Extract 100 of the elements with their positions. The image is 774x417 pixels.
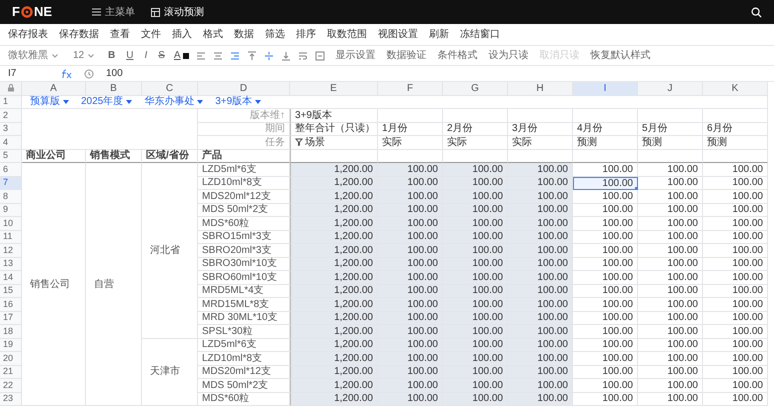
number-cell[interactable]: 100.00: [443, 338, 508, 352]
number-cell[interactable]: 100.00: [378, 271, 443, 284]
number-cell[interactable]: 100.00: [703, 379, 768, 392]
toolbar-button[interactable]: 设为只读: [488, 48, 529, 63]
number-cell[interactable]: 100.00: [378, 230, 443, 244]
number-cell[interactable]: 1,200.00: [290, 244, 378, 258]
number-cell[interactable]: 100.00: [703, 163, 768, 176]
number-cell[interactable]: 100.00: [703, 230, 768, 244]
column-header[interactable]: I: [573, 82, 638, 96]
number-cell[interactable]: 100.00: [443, 366, 508, 379]
align-right-icon[interactable]: [230, 50, 240, 60]
number-cell[interactable]: 100.00: [508, 392, 573, 406]
column-header[interactable]: C: [142, 82, 198, 96]
number-cell[interactable]: 100.00: [508, 298, 573, 312]
font-color-button[interactable]: A: [174, 48, 189, 63]
number-cell[interactable]: 100.00: [573, 217, 638, 230]
number-cell[interactable]: 100.00: [443, 284, 508, 298]
number-cell[interactable]: 100.00: [378, 392, 443, 406]
number-cell[interactable]: 100.00: [703, 258, 768, 271]
number-cell[interactable]: 100.00: [703, 176, 768, 190]
number-cell[interactable]: 100.00: [573, 392, 638, 406]
row-number[interactable]: 12: [0, 244, 22, 258]
number-cell[interactable]: 100.00: [508, 230, 573, 244]
format-button[interactable]: U: [124, 48, 136, 63]
number-cell[interactable]: 100.00: [573, 271, 638, 284]
valign-middle-icon[interactable]: [264, 50, 274, 60]
column-header[interactable]: G: [443, 82, 508, 96]
font-dropdown[interactable]: 微软雅黑: [8, 48, 66, 63]
align-center-icon[interactable]: [212, 50, 223, 60]
menu-item[interactable]: 冻结窗口: [460, 27, 500, 42]
toolbar-button[interactable]: 条件格式: [438, 48, 478, 63]
number-cell[interactable]: 100.00: [703, 312, 768, 325]
row-number[interactable]: 1: [0, 96, 22, 109]
number-cell[interactable]: 100.00: [638, 312, 703, 325]
number-cell[interactable]: 100.00: [508, 366, 573, 379]
number-cell[interactable]: 100.00: [378, 298, 443, 312]
number-cell[interactable]: 100.00: [378, 379, 443, 392]
number-cell[interactable]: 100.00: [703, 325, 768, 338]
number-cell[interactable]: 100.00: [638, 379, 703, 392]
number-cell[interactable]: 100.00: [573, 352, 638, 366]
number-cell[interactable]: 1,200.00: [290, 325, 378, 338]
column-header[interactable]: H: [508, 82, 573, 96]
number-cell[interactable]: 100.00: [378, 325, 443, 338]
row-number[interactable]: 21: [0, 366, 22, 379]
select-all-corner[interactable]: [0, 82, 22, 96]
number-cell[interactable]: 100.00: [443, 244, 508, 258]
number-cell[interactable]: 100.00: [638, 271, 703, 284]
number-cell[interactable]: 1,200.00: [290, 379, 378, 392]
number-cell[interactable]: 100.00: [703, 352, 768, 366]
row-number[interactable]: 18: [0, 325, 22, 338]
format-button[interactable]: I: [142, 48, 150, 63]
number-cell[interactable]: 100.00: [378, 163, 443, 176]
number-cell[interactable]: 1,200.00: [290, 217, 378, 230]
number-cell[interactable]: 100.00: [443, 230, 508, 244]
row-number[interactable]: 11: [0, 230, 22, 244]
number-cell[interactable]: 100.00: [573, 338, 638, 352]
column-header[interactable]: J: [638, 82, 703, 96]
number-cell[interactable]: 100.00: [443, 392, 508, 406]
column-header[interactable]: B: [86, 82, 142, 96]
format-button[interactable]: S: [156, 48, 167, 63]
number-cell[interactable]: 100.00: [573, 298, 638, 312]
search-icon[interactable]: [751, 6, 762, 18]
number-cell[interactable]: 1,200.00: [290, 190, 378, 204]
number-cell[interactable]: 100.00: [508, 244, 573, 258]
filter-dropdown[interactable]: 预算版: [30, 94, 69, 110]
menu-item[interactable]: 格式: [203, 27, 223, 42]
filter-dropdown[interactable]: 3+9版本: [215, 94, 262, 110]
number-cell[interactable]: 100.00: [638, 284, 703, 298]
number-cell[interactable]: 100.00: [703, 217, 768, 230]
number-cell[interactable]: 100.00: [508, 190, 573, 204]
number-cell[interactable]: 100.00: [703, 298, 768, 312]
number-cell[interactable]: 100.00: [443, 352, 508, 366]
number-cell[interactable]: 100.00: [638, 217, 703, 230]
formula-input[interactable]: 100: [106, 66, 123, 81]
column-header[interactable]: D: [198, 82, 290, 96]
number-cell[interactable]: 100.00: [508, 258, 573, 271]
number-cell[interactable]: 100.00: [443, 190, 508, 204]
number-cell[interactable]: 100.00: [508, 284, 573, 298]
number-cell[interactable]: 100.00: [638, 176, 703, 190]
row-number[interactable]: 20: [0, 352, 22, 366]
number-cell[interactable]: 100.00: [378, 352, 443, 366]
number-cell[interactable]: 1,200.00: [290, 366, 378, 379]
number-cell[interactable]: 100.00: [378, 312, 443, 325]
number-cell[interactable]: 100.00: [443, 163, 508, 176]
number-cell[interactable]: 100.00: [638, 325, 703, 338]
toolbar-button[interactable]: 显示设置: [336, 48, 376, 63]
row-number[interactable]: 3: [0, 122, 22, 136]
number-cell[interactable]: 1,200.00: [290, 312, 378, 325]
number-cell[interactable]: 1,200.00: [290, 163, 378, 176]
menu-item[interactable]: 刷新: [429, 27, 449, 42]
number-cell[interactable]: 1,200.00: [290, 271, 378, 284]
wrap-text-icon[interactable]: [298, 50, 308, 60]
number-cell[interactable]: 1,200.00: [290, 338, 378, 352]
row-number[interactable]: 7: [0, 176, 22, 190]
column-header[interactable]: F: [378, 82, 443, 96]
number-cell[interactable]: 100.00: [703, 392, 768, 406]
number-cell[interactable]: 100.00: [378, 204, 443, 217]
number-cell[interactable]: 100.00: [508, 217, 573, 230]
column-header[interactable]: A: [22, 82, 86, 96]
valign-bottom-icon[interactable]: [280, 50, 291, 60]
